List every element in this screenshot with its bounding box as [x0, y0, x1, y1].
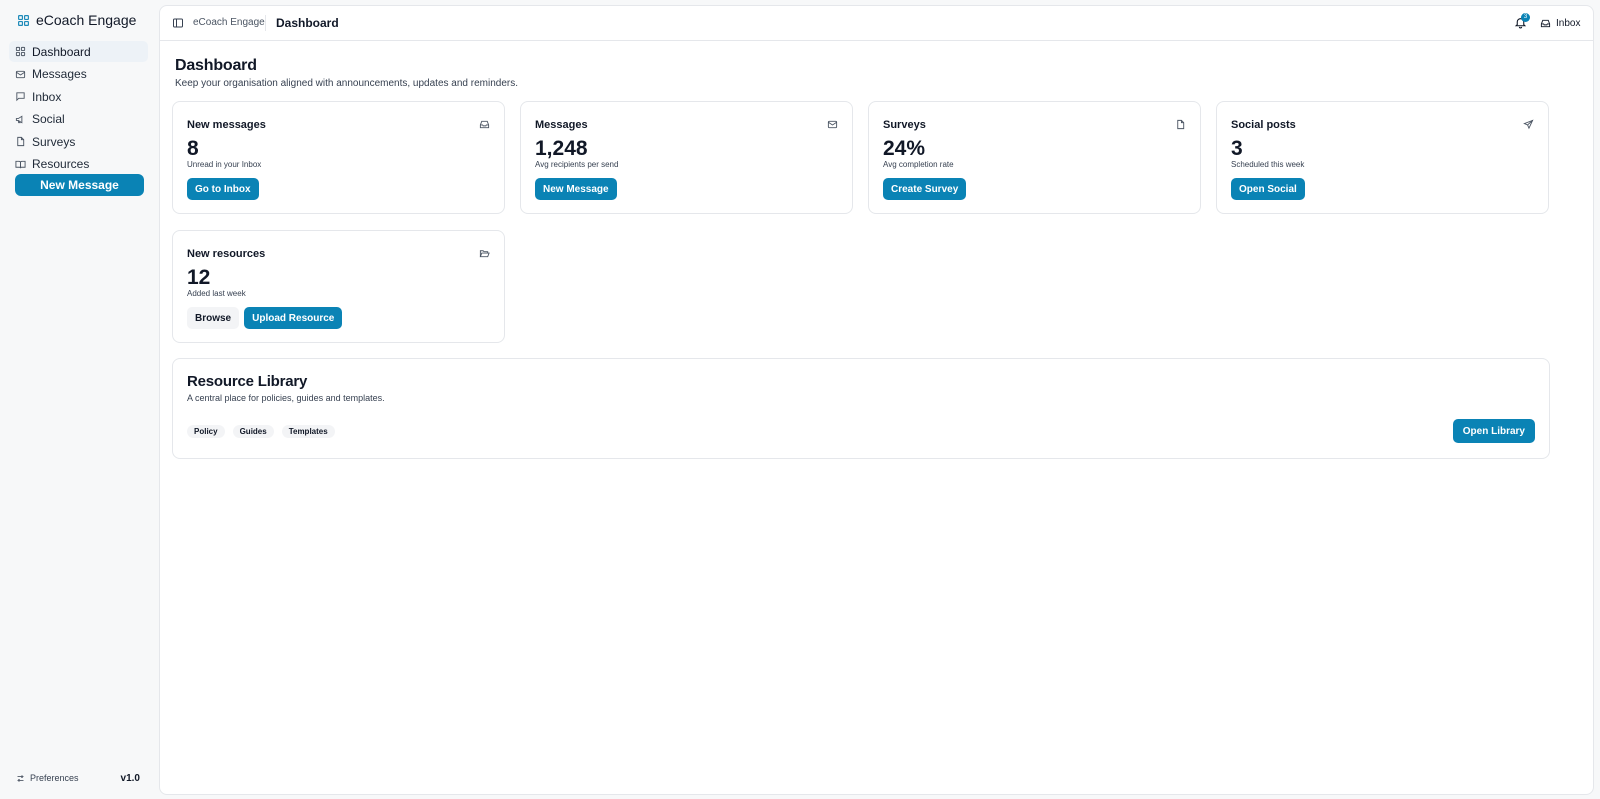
send-icon — [1523, 119, 1534, 130]
library-title: Resource Library — [187, 373, 308, 390]
sidebar-item-resources[interactable]: Resources — [9, 154, 148, 175]
new-message-button[interactable]: New Message — [15, 174, 144, 196]
sidebar-footer: Preferences v1.0 — [16, 772, 140, 784]
sidebar-item-messages[interactable]: Messages — [9, 64, 148, 85]
tag-guides[interactable]: Guides — [232, 425, 274, 438]
notification-badge: 3 — [1521, 13, 1530, 22]
browse-button[interactable]: Browse — [187, 307, 240, 329]
sidebar-item-surveys[interactable]: Surveys — [9, 131, 148, 152]
page-title: Dashboard — [175, 57, 257, 74]
chat-icon — [15, 91, 26, 102]
stat-card-new-messages: New messages 8 Unread in your Inbox Go t… — [172, 101, 505, 214]
card-actions: Create Survey — [883, 178, 967, 200]
upload-resource-button[interactable]: Upload Resource — [244, 307, 343, 329]
stat-card-new-resources: New resources 12 Added last week Browse … — [172, 230, 505, 343]
card-note: Unread in your Inbox — [187, 160, 262, 169]
tag-templates[interactable]: Templates — [281, 425, 335, 438]
sidebar: eCoach Engage Dashboard Messages Inbox S… — [0, 0, 159, 799]
open-social-button[interactable]: Open Social — [1231, 178, 1305, 200]
page-subtitle: Keep your organisation aligned with anno… — [175, 78, 518, 89]
new-message-card-button[interactable]: New Message — [535, 178, 617, 200]
card-actions: New Message — [535, 178, 617, 200]
card-actions: Open Social — [1231, 178, 1305, 200]
stat-card-messages: Messages 1,248 Avg recipients per send N… — [520, 101, 853, 214]
breadcrumb-divider — [265, 15, 266, 31]
mail-icon — [827, 119, 838, 130]
card-actions: Go to Inbox — [187, 178, 259, 200]
book-icon — [15, 159, 26, 170]
library-description: A central place for policies, guides and… — [187, 393, 385, 403]
card-value: 24% — [883, 137, 926, 160]
stat-card-social-posts: Social posts 3 Scheduled this week Open … — [1216, 101, 1549, 214]
card-title: Messages — [535, 119, 588, 131]
card-title: New resources — [187, 248, 266, 260]
tag-policy[interactable]: Policy — [187, 425, 225, 438]
card-title: Social posts — [1231, 119, 1296, 131]
topbar: eCoach Engage Dashboard 3 Inbox — [160, 6, 1593, 41]
inbox-icon — [479, 119, 490, 130]
megaphone-icon — [15, 114, 26, 125]
card-value: 1,248 — [535, 137, 588, 160]
go-to-inbox-button[interactable]: Go to Inbox — [187, 178, 259, 200]
card-value: 3 — [1231, 137, 1243, 160]
preferences-button[interactable]: Preferences — [16, 773, 79, 783]
breadcrumb-app[interactable]: eCoach Engage — [193, 17, 265, 28]
card-note: Added last week — [187, 289, 246, 298]
folder-open-icon — [479, 248, 490, 259]
open-library-button[interactable]: Open Library — [1452, 419, 1535, 443]
card-value: 8 — [187, 137, 199, 160]
sidebar-item-label: Surveys — [32, 134, 76, 149]
create-survey-button[interactable]: Create Survey — [883, 178, 967, 200]
preferences-label: Preferences — [30, 773, 79, 783]
app-name: eCoach Engage — [36, 12, 137, 28]
card-note: Avg completion rate — [883, 160, 954, 169]
main-panel: eCoach Engage Dashboard 3 Inbox Dashboar… — [159, 5, 1594, 795]
sidebar-item-label: Messages — [32, 67, 87, 81]
card-title: New messages — [187, 119, 266, 131]
app-logo-icon — [17, 14, 30, 27]
breadcrumb-page: Dashboard — [276, 16, 339, 30]
card-actions: Browse Upload Resource — [187, 307, 343, 329]
card-note: Scheduled this week — [1231, 160, 1305, 169]
page-header: Dashboard Keep your organisation aligned… — [175, 57, 518, 89]
file-icon — [1175, 119, 1186, 130]
sidebar-item-label: Inbox — [32, 89, 62, 104]
brand[interactable]: eCoach Engage — [17, 12, 136, 28]
sidebar-item-social[interactable]: Social — [9, 109, 148, 130]
stat-card-surveys: Surveys 24% Avg completion rate Create S… — [868, 101, 1201, 214]
version-label: v1.0 — [120, 772, 140, 784]
sidebar-item-label: Resources — [32, 157, 90, 171]
mail-icon — [15, 69, 26, 80]
inbox-icon — [1540, 18, 1551, 29]
sidebar-item-label: Dashboard — [32, 44, 91, 59]
library-tags: Policy Guides Templates — [187, 425, 335, 438]
card-value: 12 — [187, 266, 211, 289]
sidebar-item-inbox[interactable]: Inbox — [9, 86, 148, 107]
inbox-label: Inbox — [1556, 17, 1581, 29]
notifications-button[interactable]: 3 — [1514, 13, 1530, 30]
sidebar-item-label: Social — [32, 112, 65, 126]
dashboard-icon — [15, 46, 26, 57]
inbox-button[interactable]: Inbox — [1540, 15, 1580, 31]
sliders-icon — [16, 774, 25, 783]
card-note: Avg recipients per send — [535, 160, 619, 169]
sidebar-toggle-icon[interactable] — [172, 17, 184, 29]
sidebar-item-dashboard[interactable]: Dashboard — [9, 41, 148, 62]
resource-library-card: Resource Library A central place for pol… — [172, 358, 1550, 459]
sidebar-nav: Dashboard Messages Inbox Social Surveys … — [9, 41, 148, 176]
card-title: Surveys — [883, 119, 926, 131]
file-icon — [15, 136, 26, 147]
